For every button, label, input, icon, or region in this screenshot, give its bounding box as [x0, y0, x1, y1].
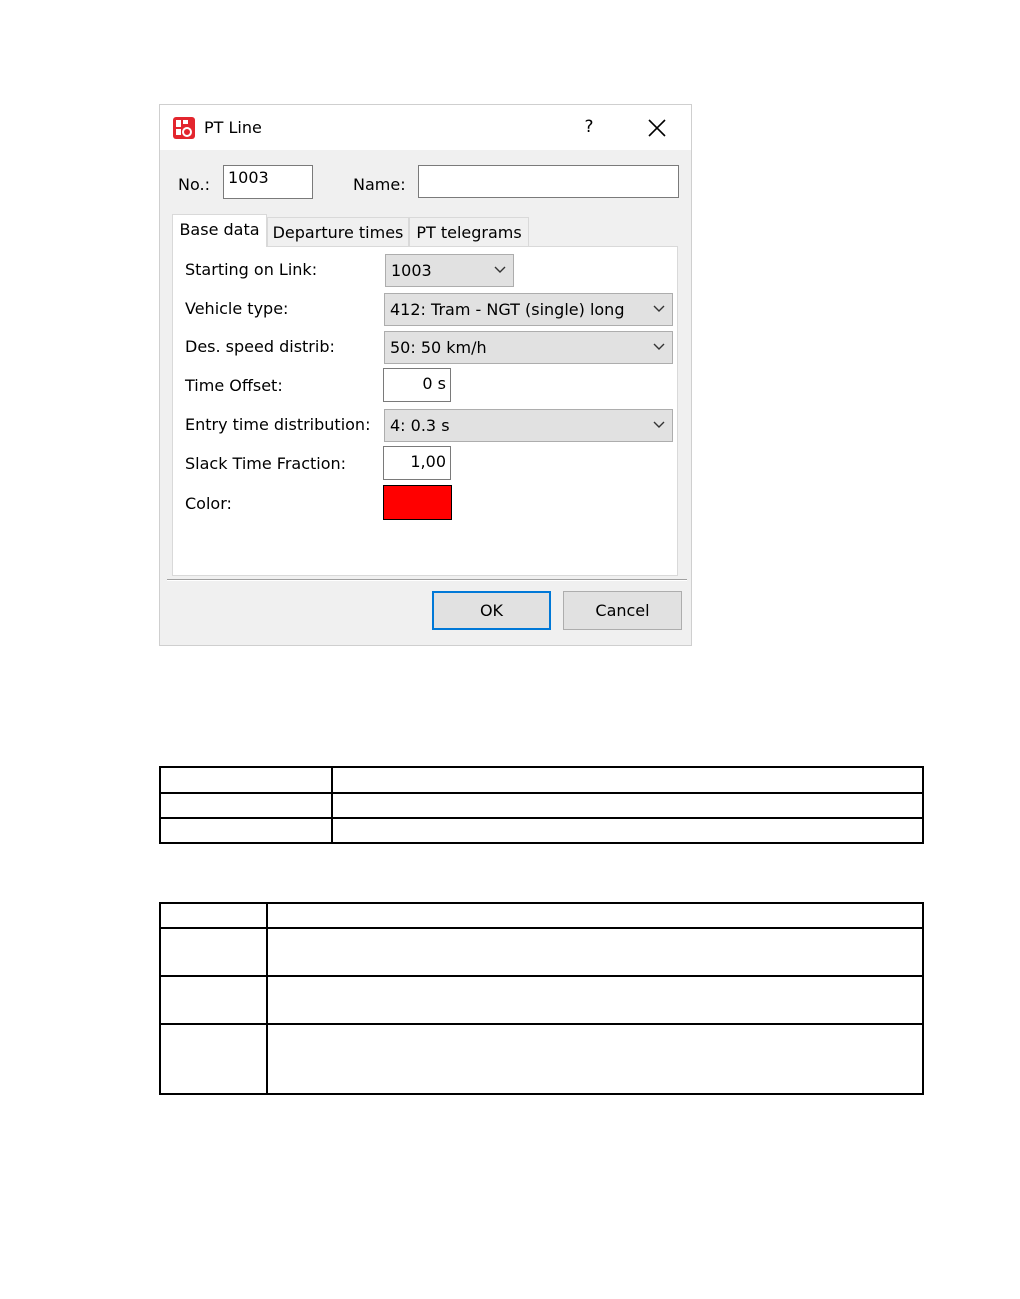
- footer-separator: [167, 579, 687, 581]
- color-label: Color:: [185, 494, 232, 513]
- table-cell: [159, 902, 268, 929]
- table-cell: [266, 975, 924, 1025]
- table-row: [159, 1023, 924, 1095]
- table-cell: [331, 792, 924, 819]
- ok-button[interactable]: OK: [432, 591, 551, 630]
- entry-time-value: 4: 0.3 s: [390, 416, 450, 435]
- speed-distrib-select[interactable]: 50: 50 km/h: [384, 331, 673, 364]
- pt-line-dialog: PT Line ? No.: 1003 Name: Base data Depa…: [159, 104, 692, 646]
- chevron-down-icon: [653, 305, 665, 312]
- table-row: [159, 902, 924, 929]
- table-cell: [159, 975, 268, 1025]
- speed-distrib-label: Des. speed distrib:: [185, 337, 335, 356]
- name-label: Name:: [353, 175, 406, 194]
- table-row: [159, 975, 924, 1025]
- title-bar: PT Line ?: [160, 105, 691, 150]
- vissim-app-icon: [173, 117, 195, 139]
- tab-departure-times[interactable]: Departure times: [267, 217, 409, 246]
- color-picker-swatch[interactable]: [383, 485, 452, 520]
- cancel-button[interactable]: Cancel: [563, 591, 682, 630]
- window-title: PT Line: [204, 118, 262, 137]
- table-cell: [266, 927, 924, 977]
- chevron-down-icon: [653, 343, 665, 350]
- starting-link-label: Starting on Link:: [185, 260, 318, 279]
- table-cell: [159, 792, 333, 819]
- chevron-down-icon: [494, 266, 506, 273]
- table-cell: [331, 766, 924, 794]
- entry-time-select[interactable]: 4: 0.3 s: [384, 409, 673, 442]
- help-button[interactable]: ?: [578, 115, 600, 139]
- table-row: [159, 792, 924, 819]
- table-row: [159, 817, 924, 844]
- table-cell: [266, 902, 924, 929]
- table-cell: [159, 766, 333, 794]
- entry-time-label: Entry time distribution:: [185, 415, 371, 434]
- empty-table-2: [159, 902, 924, 1095]
- starting-link-value: 1003: [391, 261, 432, 280]
- close-icon[interactable]: [644, 115, 670, 141]
- table-cell: [159, 927, 268, 977]
- slack-time-input[interactable]: 1,00: [383, 446, 451, 480]
- table-row: [159, 766, 924, 794]
- no-input[interactable]: 1003: [223, 165, 313, 199]
- name-input[interactable]: [418, 165, 679, 198]
- empty-table-1: [159, 766, 924, 844]
- vehicle-type-select[interactable]: 412: Tram - NGT (single) long: [384, 293, 673, 326]
- starting-link-select[interactable]: 1003: [385, 254, 514, 287]
- chevron-down-icon: [653, 421, 665, 428]
- table-cell: [159, 817, 333, 844]
- table-cell: [159, 1023, 268, 1095]
- no-label: No.:: [178, 175, 210, 194]
- tab-pt-telegrams[interactable]: PT telegrams: [409, 217, 529, 246]
- table-cell: [266, 1023, 924, 1095]
- time-offset-input[interactable]: 0 s: [383, 368, 451, 402]
- speed-distrib-value: 50: 50 km/h: [390, 338, 487, 357]
- vehicle-type-label: Vehicle type:: [185, 299, 289, 318]
- table-row: [159, 927, 924, 977]
- table-cell: [331, 817, 924, 844]
- time-offset-label: Time Offset:: [185, 376, 283, 395]
- slack-time-label: Slack Time Fraction:: [185, 454, 347, 473]
- tab-base-data[interactable]: Base data: [172, 214, 267, 247]
- vehicle-type-value: 412: Tram - NGT (single) long: [390, 300, 625, 319]
